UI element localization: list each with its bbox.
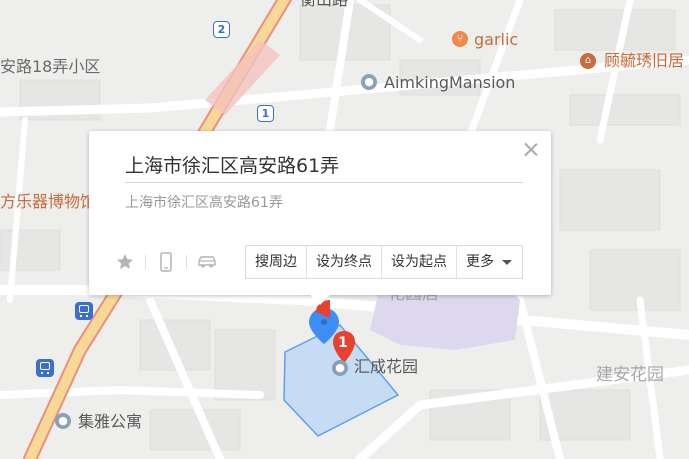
popup-address: 上海市徐汇区高安路61弄 xyxy=(125,195,283,211)
map-label-museum[interactable]: 方乐器博物馆 xyxy=(0,194,96,210)
place-icon[interactable]: ● xyxy=(55,413,71,429)
popup-action-group: 搜周边 设为终点 设为起点 更多 xyxy=(245,245,523,279)
map-label-top-road[interactable]: 衡山路 xyxy=(300,0,348,8)
icon-separator xyxy=(186,255,187,269)
restaurant-icon[interactable]: ⑂ xyxy=(452,31,468,47)
chevron-down-icon xyxy=(502,259,512,265)
bus-stop-icon[interactable] xyxy=(36,359,54,377)
map-label-aiming-mansion[interactable]: AimkingMansion xyxy=(384,75,515,91)
route-shield[interactable]: 1 xyxy=(257,105,274,122)
map-label-jianan-garden[interactable]: 建安花园 xyxy=(596,367,664,384)
phone-icon[interactable] xyxy=(155,251,177,273)
popup-icon-row xyxy=(114,251,218,273)
icon-separator xyxy=(145,255,146,269)
info-popup: 上海市徐汇区高安路61弄 上海市徐汇区高安路61弄 搜周边 设为终点 设为起点 … xyxy=(89,131,551,305)
place-icon[interactable]: ● xyxy=(332,360,348,376)
search-nearby-button[interactable]: 搜周边 xyxy=(246,246,307,278)
marker-number: 1 xyxy=(338,335,348,351)
more-label: 更多 xyxy=(466,254,494,270)
map-label-garlic[interactable]: garlic xyxy=(474,32,518,48)
more-dropdown[interactable]: 更多 xyxy=(457,246,522,278)
map-label-gu-residence[interactable]: 顾毓琇旧居 xyxy=(604,53,684,69)
map-label-jiya-apartment[interactable]: 集雅公寓 xyxy=(78,414,142,430)
route-shield[interactable]: 2 xyxy=(213,21,230,38)
bus-stop-icon[interactable] xyxy=(75,302,93,320)
set-destination-button[interactable]: 设为终点 xyxy=(307,246,382,278)
map-label-huicheng-garden[interactable]: 汇成花园 xyxy=(354,359,418,375)
close-icon[interactable] xyxy=(523,141,539,157)
popup-divider xyxy=(125,182,523,183)
set-origin-button[interactable]: 设为起点 xyxy=(382,246,457,278)
car-icon[interactable] xyxy=(196,251,218,273)
star-icon[interactable] xyxy=(114,251,136,273)
popup-arrow xyxy=(310,295,330,305)
map-label-lane-18[interactable]: 安路18弄小区 xyxy=(0,59,100,75)
popup-title: 上海市徐汇区高安路61弄 xyxy=(125,155,340,177)
museum-icon[interactable]: ⌂ xyxy=(580,53,596,69)
place-icon[interactable]: ● xyxy=(361,74,377,90)
